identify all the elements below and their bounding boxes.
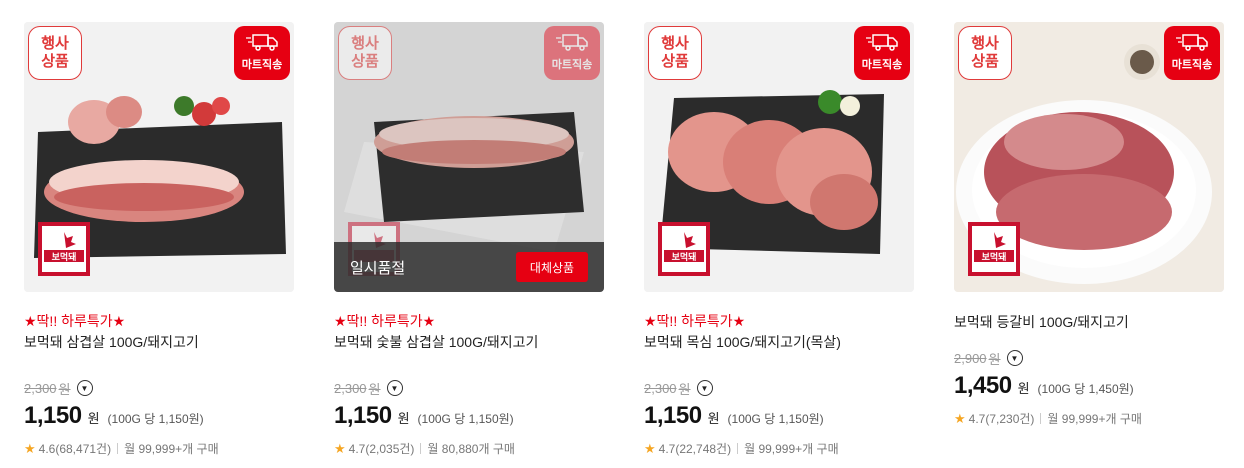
original-price-row: 2,300 원 ▼ — [644, 378, 914, 398]
brand-logo: 보먹돼 — [38, 222, 90, 276]
product-title[interactable]: 보먹돼 삼겹살 100G/돼지고기 — [24, 332, 294, 352]
divider — [117, 443, 119, 454]
chevron-down-icon[interactable]: ▼ — [696, 380, 713, 396]
product-image[interactable]: 행사 상품 마트직송 보먹돼 — [954, 22, 1224, 292]
original-price-currency: 원 — [678, 381, 691, 397]
promo-label: ★딱!! 하루특가★ — [334, 313, 436, 329]
unit-price: (100G 당 1,150원) — [107, 412, 204, 426]
product-title[interactable]: 보먹돼 숯불 삼겹살 100G/돼지고기 — [334, 332, 604, 352]
product-card[interactable]: 행사 상품 마트직송 보먹돼 — [954, 22, 1224, 427]
svg-text:보먹돼: 보먹돼 — [672, 251, 697, 263]
sale-price: 1,450 — [954, 372, 1012, 399]
original-price: 2,300 — [644, 380, 677, 396]
event-product-badge: 행사 상품 — [28, 26, 82, 80]
star-icon: ★ — [954, 410, 966, 426]
original-price: 2,300 — [334, 380, 367, 396]
brand-logo: 보먹돼 — [968, 222, 1020, 276]
rating-text: 4.7(22,748건) — [658, 442, 732, 456]
product-image[interactable]: 행사 상품 마트직송 보먹돼 — [24, 22, 294, 292]
price-row: 1,450 원 (100G 당 1,450원) — [954, 372, 1224, 400]
mart-delivery-badge: 마트직송 — [854, 26, 910, 80]
unit-price: (100G 당 1,150원) — [417, 412, 514, 426]
mart-delivery-badge: 마트직송 — [544, 26, 600, 80]
monthly-purchases: 월 99,999+개 구매 — [744, 442, 839, 456]
delivery-truck-icon — [866, 34, 898, 51]
price-currency: 원 — [397, 411, 410, 426]
product-card[interactable]: 행사 상품 마트직송 보먹돼 — [644, 22, 914, 457]
original-price-row: 2,900 원 ▼ — [954, 348, 1224, 368]
original-price-row: 2,300 원 ▼ — [24, 378, 294, 398]
product-card[interactable]: 행사 상품 마트직송 보먹돼 — [24, 22, 294, 457]
product-title[interactable]: 보먹돼 등갈비 100G/돼지고기 — [954, 312, 1224, 332]
chevron-down-icon[interactable]: ▼ — [1006, 350, 1023, 366]
event-product-badge: 행사 상품 — [338, 26, 392, 80]
product-card[interactable]: 행사 상품 마트직송 일시품절 대체상품 ★딱!! 하루특가★ 보먹돼 숯불 삼… — [334, 22, 604, 457]
rating-row: ★ 4.6(68,471건) 월 99,999+개 구매 — [24, 440, 294, 457]
divider — [737, 443, 739, 454]
delivery-truck-icon — [246, 34, 278, 51]
original-price-currency: 원 — [988, 351, 1001, 367]
monthly-purchases: 월 80,880개 구매 — [427, 442, 515, 456]
promo-label: ★딱!! 하루특가★ — [24, 313, 126, 329]
chevron-down-icon[interactable]: ▼ — [386, 380, 403, 396]
svg-text:보먹돼: 보먹돼 — [52, 251, 77, 263]
sold-out-text: 일시품절 — [350, 259, 406, 277]
monthly-purchases: 월 99,999+개 구매 — [124, 442, 219, 456]
product-grid: 행사 상품 마트직송 보먹돼 ★딱!! 하루특가★ 보먹돼 삼겹살 100G/돼… — [0, 0, 1244, 468]
price-row: 1,150 원 (100G 당 1,150원) — [334, 402, 604, 430]
star-icon: ★ — [24, 440, 36, 456]
substitute-product-button[interactable]: 대체상품 — [516, 252, 588, 282]
mart-delivery-badge: 마트직송 — [1164, 26, 1220, 80]
rating-text: 4.6(68,471건) — [38, 442, 112, 456]
product-image[interactable]: 행사 상품 마트직송 보먹돼 — [644, 22, 914, 292]
product-image[interactable]: 행사 상품 마트직송 일시품절 대체상품 — [334, 22, 604, 292]
price-row: 1,150 원 (100G 당 1,150원) — [644, 402, 914, 430]
promo-label: ★딱!! 하루특가★ — [644, 313, 746, 329]
rating-row: ★ 4.7(22,748건) 월 99,999+개 구매 — [644, 440, 914, 457]
price-row: 1,150 원 (100G 당 1,150원) — [24, 402, 294, 430]
rating-text: 4.7(7,230건) — [968, 412, 1035, 426]
mart-delivery-badge: 마트직송 — [234, 26, 290, 80]
star-icon: ★ — [334, 440, 346, 456]
original-price-currency: 원 — [368, 381, 381, 397]
price-currency: 원 — [87, 411, 100, 426]
original-price-currency: 원 — [58, 381, 71, 397]
event-product-badge: 행사 상품 — [648, 26, 702, 80]
original-price: 2,900 — [954, 350, 987, 366]
star-icon: ★ — [644, 440, 656, 456]
sale-price: 1,150 — [644, 402, 702, 429]
original-price-row: 2,300 원 ▼ — [334, 378, 604, 398]
delivery-truck-icon — [556, 34, 588, 51]
rating-text: 4.7(2,035건) — [348, 442, 415, 456]
sold-out-bar: 일시품절 대체상품 — [334, 242, 604, 292]
price-currency: 원 — [707, 411, 720, 426]
svg-text:보먹돼: 보먹돼 — [982, 251, 1007, 263]
brand-logo: 보먹돼 — [658, 222, 710, 276]
price-currency: 원 — [1017, 381, 1030, 396]
original-price: 2,300 — [24, 380, 57, 396]
unit-price: (100G 당 1,450원) — [1037, 382, 1134, 396]
delivery-truck-icon — [1176, 34, 1208, 51]
chevron-down-icon[interactable]: ▼ — [76, 380, 93, 396]
sale-price: 1,150 — [334, 402, 392, 429]
monthly-purchases: 월 99,999+개 구매 — [1047, 412, 1142, 426]
sale-price: 1,150 — [24, 402, 82, 429]
event-product-badge: 행사 상품 — [958, 26, 1012, 80]
rating-row: ★ 4.7(7,230건) 월 99,999+개 구매 — [954, 410, 1224, 427]
product-title[interactable]: 보먹돼 목심 100G/돼지고기(목살) — [644, 332, 914, 352]
rating-row: ★ 4.7(2,035건) 월 80,880개 구매 — [334, 440, 604, 457]
divider — [420, 443, 422, 454]
divider — [1040, 413, 1042, 424]
unit-price: (100G 당 1,150원) — [727, 412, 824, 426]
